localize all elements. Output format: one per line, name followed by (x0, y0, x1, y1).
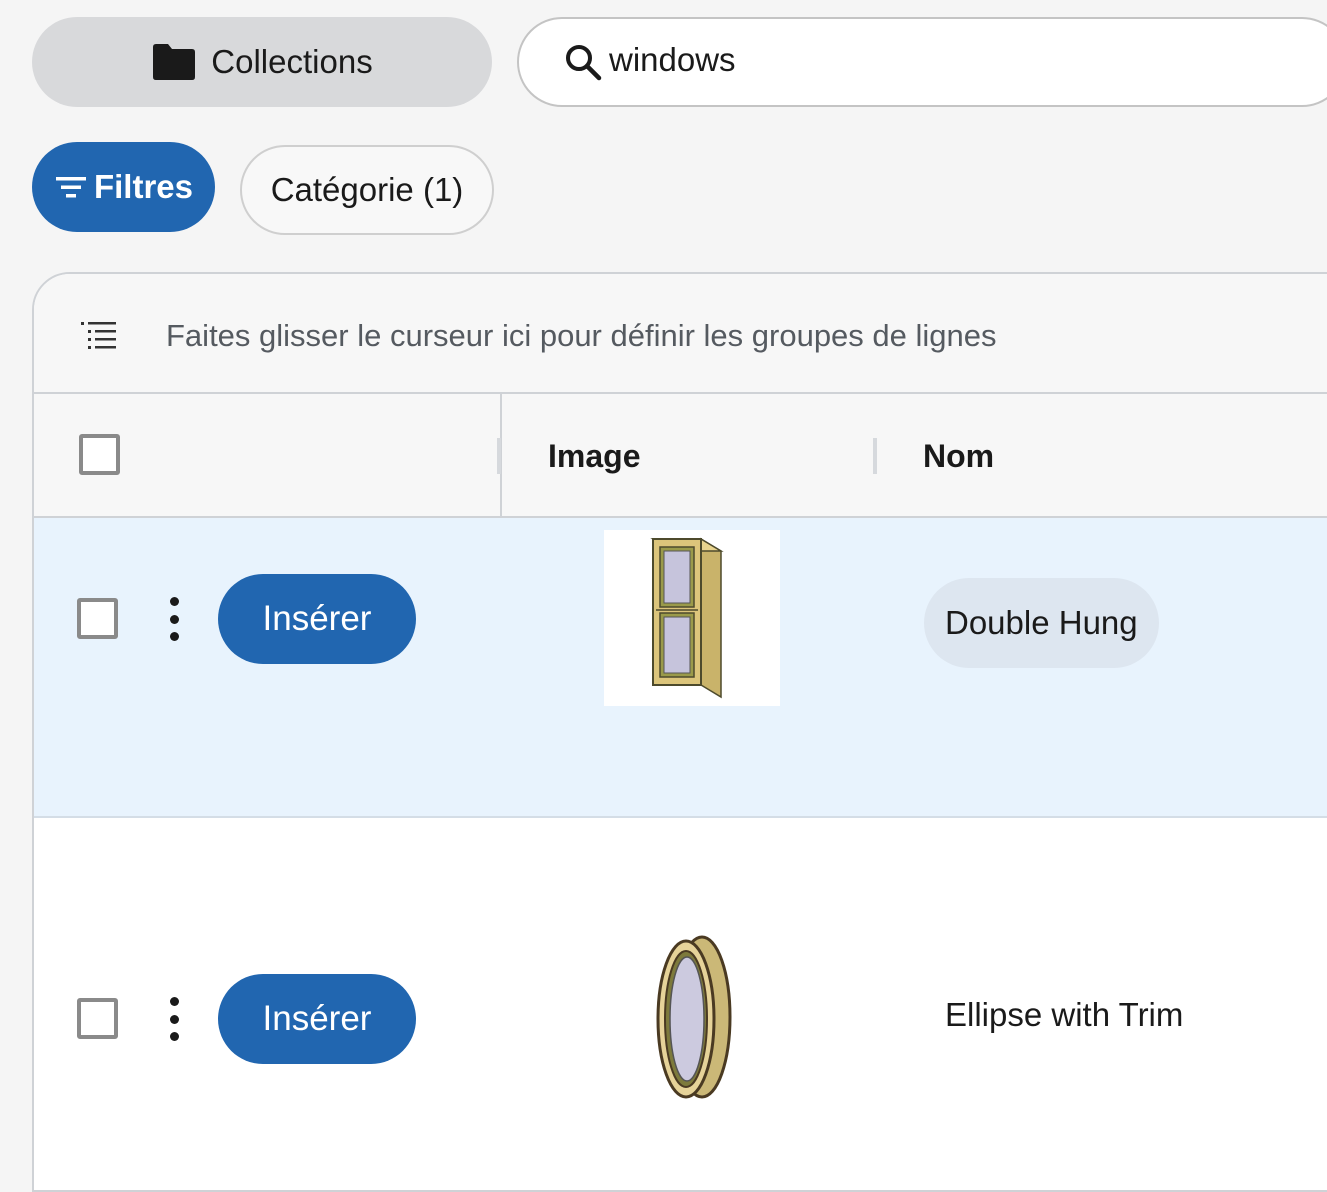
row-group-hint: Faites glisser le curseur ici pour défin… (166, 318, 997, 353)
row-checkbox[interactable] (77, 598, 118, 639)
row-menu-icon[interactable] (162, 597, 186, 641)
row-group-icon (81, 322, 116, 349)
filters-button[interactable]: Filtres (32, 142, 215, 232)
row-menu-icon[interactable] (162, 997, 186, 1041)
column-resize-handle[interactable] (497, 438, 501, 474)
grid-header-row: Image Nom (34, 394, 1327, 518)
row-thumbnail (604, 530, 780, 706)
category-chip-label: Catégorie (1) (270, 171, 464, 208)
row-group-panel[interactable]: Faites glisser le curseur ici pour défin… (34, 274, 1327, 394)
collections-button[interactable]: Collections (32, 17, 492, 107)
data-grid: Faites glisser le curseur ici pour défin… (32, 272, 1327, 1192)
search-box[interactable] (517, 17, 1327, 107)
table-row[interactable]: Insérer Double Hung (34, 518, 1327, 818)
ellipse-window-thumbnail (656, 935, 732, 1099)
row-name[interactable]: Ellipse with Trim (945, 996, 1183, 1034)
folder-icon (153, 44, 196, 80)
insert-button[interactable]: Insérer (218, 974, 416, 1064)
column-header-image[interactable]: Image (548, 438, 640, 475)
category-filter-chip[interactable]: Catégorie (1) (240, 145, 494, 235)
select-all-checkbox[interactable] (79, 434, 120, 475)
filters-label: Filtres (93, 168, 194, 205)
name-chip[interactable]: Double Hung (924, 578, 1159, 668)
filter-icon (55, 177, 86, 198)
search-icon (566, 45, 602, 81)
row-checkbox[interactable] (77, 998, 118, 1039)
row-thumbnail (604, 930, 780, 1106)
insert-button[interactable]: Insérer (218, 574, 416, 664)
search-input[interactable] (609, 41, 1209, 83)
table-row[interactable]: Insérer Ellipse with Trim (34, 820, 1327, 1190)
column-resize-handle[interactable] (873, 438, 877, 474)
double-hung-window-thumbnail (650, 537, 724, 699)
collections-label: Collections (211, 43, 373, 80)
column-header-name[interactable]: Nom (923, 438, 994, 475)
